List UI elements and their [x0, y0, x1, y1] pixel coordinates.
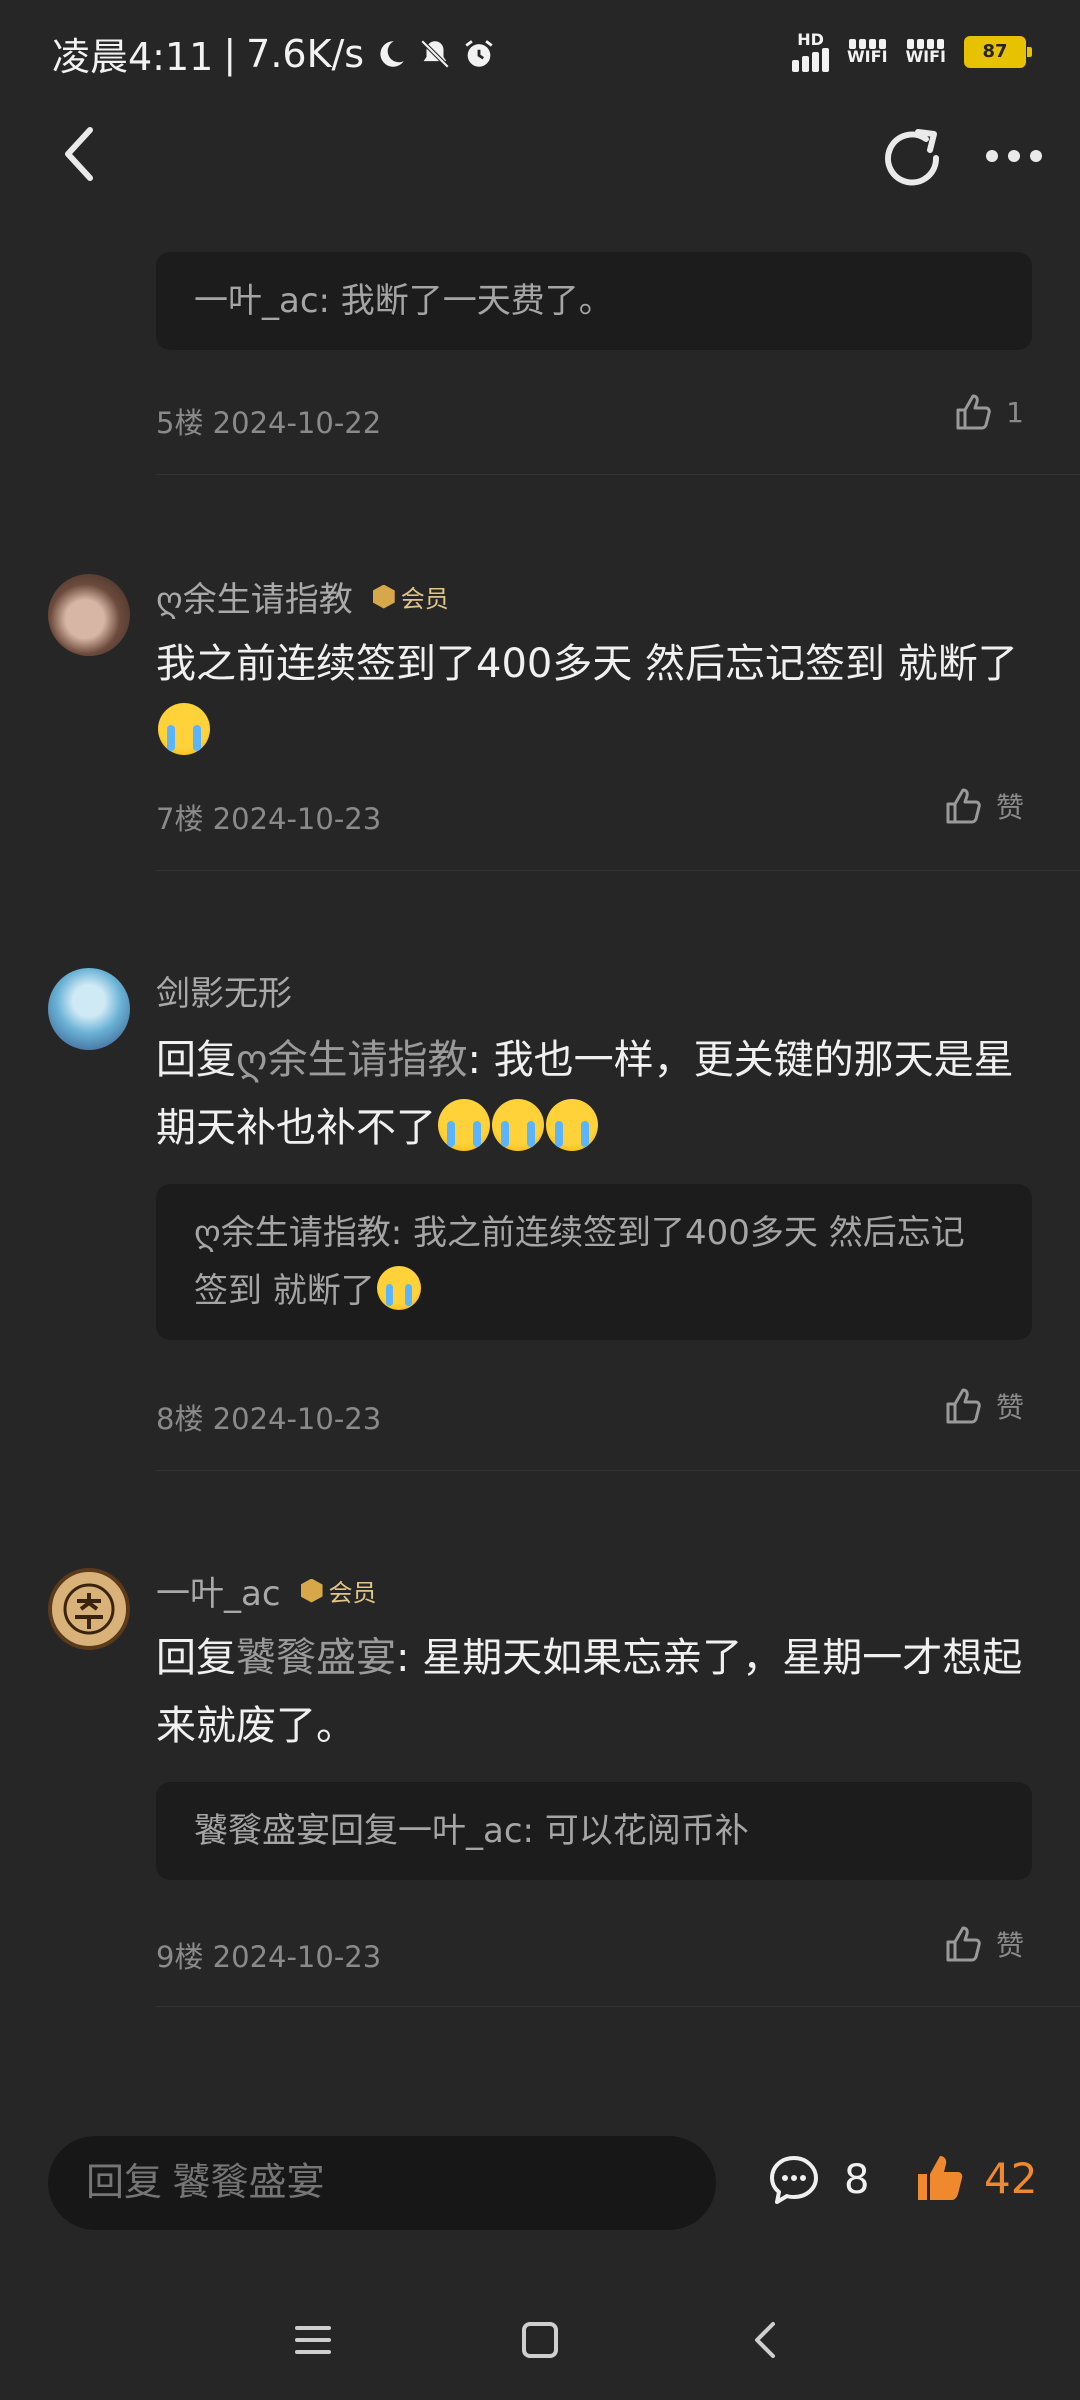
wifi-label-2: WIFI [905, 47, 946, 66]
status-time: 凌晨4:11 [52, 35, 214, 79]
vip-icon [300, 1578, 323, 1603]
home-icon[interactable] [518, 2318, 562, 2362]
divider [156, 870, 1080, 871]
thumbs-up-icon [946, 788, 981, 824]
like-button[interactable]: 赞 [942, 1922, 1024, 1966]
like-count-button[interactable]: 42 [912, 2150, 1037, 2206]
mention-link[interactable]: ღ余生请指教 [236, 1037, 467, 1083]
alarm-icon [465, 39, 493, 67]
vip-badge: 会员 [372, 579, 449, 614]
chess-piece-icon [63, 1583, 115, 1635]
comment-count: 8 [844, 2157, 870, 2203]
hd-label: HD [797, 30, 824, 49]
username-row: ღ余生请指教 会员 [156, 572, 449, 621]
vip-label: 会员 [328, 1579, 377, 1607]
like-label: 赞 [995, 1391, 1024, 1424]
like-label: 赞 [995, 791, 1024, 824]
quote-bubble: ღ余生请指教: 我之前连续签到了400多天 然后忘记签到 就断了 [156, 1184, 1032, 1340]
like-count-text: 1 [1006, 395, 1024, 429]
comment-count-button[interactable]: 8 [766, 2152, 869, 2208]
hd-signal-icon: HD [792, 30, 830, 72]
crying-emoji-icon [492, 1099, 544, 1151]
username[interactable]: ღ余生请指教 [156, 572, 353, 621]
status-bar-right: HD WIFI WIFI 87 [792, 30, 1032, 72]
comment-text: 我之前连续签到了400多天 然后忘记签到 就断了 [156, 630, 1036, 766]
thumbs-up-filled-icon [918, 2156, 963, 2200]
quote-bubble: 饕餮盛宴回复一叶_ac: 可以花阅币补 [156, 1782, 1032, 1880]
menu-icon[interactable] [291, 2318, 335, 2362]
floor-info: 7楼 2024-10-23 [156, 802, 382, 836]
floor-info: 5楼 2024-10-22 [156, 406, 382, 440]
wifi-label-1: WIFI [847, 47, 888, 66]
floor-info: 9楼 2024-10-23 [156, 1940, 382, 1974]
username-row: 一叶_ac 会员 [156, 1566, 377, 1615]
comment-body: 我之前连续签到了400多天 然后忘记签到 就断了 [156, 641, 1018, 687]
comment-text: 回复饕餮盛宴: 星期天如果忘亲了，星期一才想起来就废了。 [156, 1624, 1036, 1760]
avatar[interactable] [48, 968, 130, 1050]
more-horizontal-icon[interactable] [984, 148, 1044, 164]
like-count: 42 [984, 2153, 1038, 2203]
quote-bubble: 一叶_ac: 我断了一天费了。 [156, 252, 1032, 350]
username[interactable]: 剑影无形 [156, 966, 292, 1015]
reply-prefix: 回复 [156, 1635, 236, 1681]
username-row: 剑影无形 [156, 966, 292, 1015]
like-button[interactable]: 赞 [942, 1384, 1024, 1428]
avatar[interactable] [48, 1568, 130, 1650]
quote-text: ღ余生请指教: 我之前连续签到了400多天 然后忘记签到 就断了 [194, 1213, 965, 1311]
quote-text: 饕餮盛宴回复一叶_ac: 可以花阅币补 [194, 1811, 749, 1851]
back-nav-icon[interactable] [745, 2318, 789, 2362]
status-speed: 7.6K/s [246, 31, 365, 76]
divider [156, 2006, 1080, 2007]
status-bar-left: 凌晨4:11 | 7.6K/s [52, 26, 496, 81]
comment-icon [770, 2156, 818, 2204]
like-button[interactable]: 1 [952, 390, 1024, 434]
system-nav-bar [0, 2280, 1080, 2400]
avatar[interactable] [48, 574, 130, 656]
wifi-signal-icon-2: WIFI [906, 39, 946, 65]
crying-emoji-icon [546, 1099, 598, 1151]
thumbs-up-icon [946, 1926, 981, 1962]
crying-emoji-icon [438, 1099, 490, 1151]
moon-icon [380, 40, 404, 67]
mention-link[interactable]: 饕餮盛宴 [236, 1635, 396, 1681]
crying-emoji-icon [376, 1266, 421, 1310]
vip-badge: 会员 [300, 1573, 377, 1608]
wifi-signal-icon-1: WIFI [847, 39, 888, 66]
bell-muted-icon [420, 39, 450, 68]
quote-text: 一叶_ac: 我断了一天费了。 [194, 281, 613, 321]
refresh-icon[interactable] [878, 124, 948, 194]
status-separator: | [223, 31, 237, 76]
battery-icon: 87 [964, 36, 1032, 68]
vip-label: 会员 [400, 585, 449, 613]
like-button[interactable]: 赞 [942, 784, 1024, 828]
crying-emoji-icon [158, 703, 210, 755]
vip-icon [372, 584, 395, 609]
like-label: 赞 [995, 1929, 1024, 1962]
username[interactable]: 一叶_ac [156, 1566, 281, 1615]
floor-info: 8楼 2024-10-23 [156, 1402, 382, 1436]
reply-prefix: 回复 [156, 1037, 236, 1083]
thumbs-up-icon [956, 394, 991, 430]
divider [156, 474, 1080, 475]
thumbs-up-icon [946, 1388, 981, 1424]
divider [156, 1470, 1080, 1471]
comment-text: 回复ღ余生请指教: 我也一样，更关键的那天是星期天补也补不了 [156, 1026, 1036, 1162]
back-icon[interactable] [58, 124, 102, 184]
reply-input[interactable] [48, 2136, 716, 2230]
